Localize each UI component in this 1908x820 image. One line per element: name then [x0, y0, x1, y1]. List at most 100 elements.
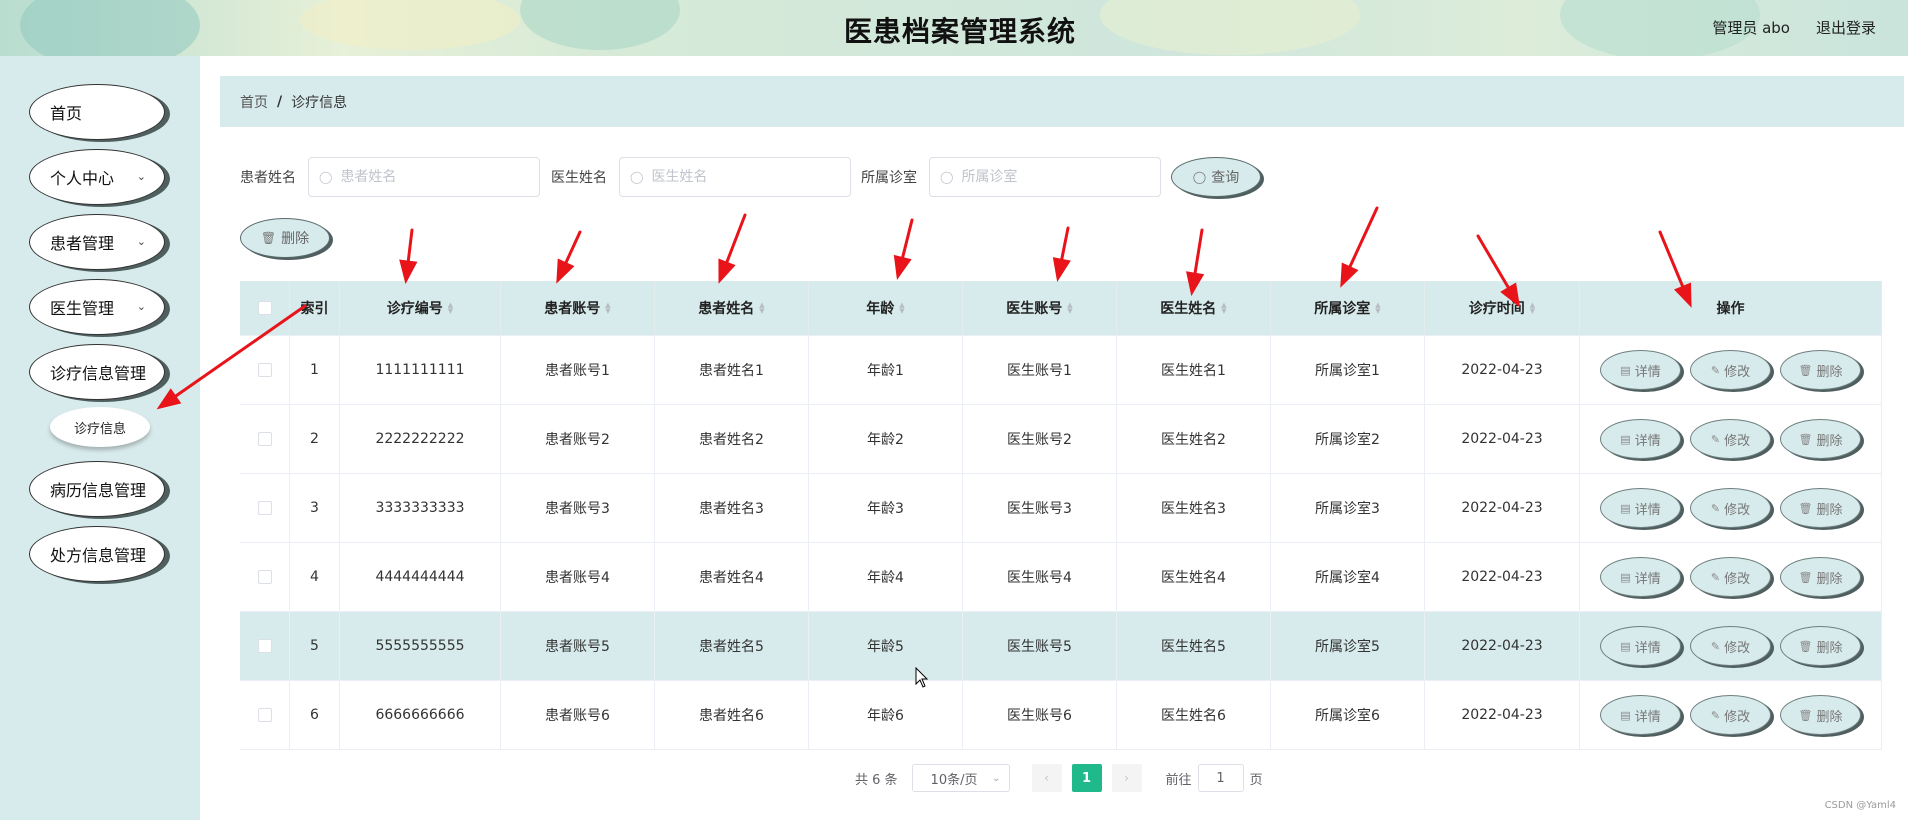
edit-button[interactable]: ✎ 修改	[1690, 419, 1771, 459]
next-page-button[interactable]: ›	[1111, 764, 1142, 792]
goto-page-input[interactable]	[1197, 764, 1244, 792]
delete-button[interactable]: 🗑 删除	[1780, 488, 1861, 528]
edit-button[interactable]: ✎ 修改	[1690, 695, 1771, 735]
submenu-item-treatment-info[interactable]: 诊疗信息	[50, 407, 150, 447]
table-row[interactable]: 3 3333333333 患者账号3 患者姓名3 年龄3 医生账号3 医生姓名3 所属诊室3 2…	[240, 474, 1882, 543]
column-header-doctor-name[interactable]: 医生姓名 ▲ ▼	[1117, 281, 1271, 335]
doctor-name-input[interactable]	[651, 169, 832, 185]
page-size-select[interactable]: 10条/页 ⌄	[911, 764, 1010, 792]
row-actions: ▤ 详情 ✎ 修改 🗑 删除	[1580, 336, 1882, 404]
sidebar-item-label: 处方信息管理	[50, 546, 147, 565]
row-checkbox[interactable]	[257, 363, 272, 377]
clinic-field[interactable]: ◯	[929, 157, 1161, 197]
column-header-label: 诊疗时间	[1468, 301, 1525, 317]
cell-clinic: 所属诊室6	[1271, 681, 1425, 749]
column-header-doctor-account[interactable]: 医生账号 ▲ ▼	[963, 281, 1117, 335]
delete-label: 删除	[1816, 502, 1843, 518]
cell-patient-account: 患者账号4	[501, 543, 655, 611]
sidebar-item-home[interactable]: 首页	[29, 84, 165, 140]
delete-button[interactable]: 🗑 删除	[1780, 695, 1861, 735]
detail-button[interactable]: ▤ 详情	[1600, 488, 1681, 528]
sidebar-item-doctor-management[interactable]: 医生管理 ⌄	[29, 279, 165, 335]
column-header-index: 索引	[290, 281, 340, 335]
column-header-clinic[interactable]: 所属诊室 ▲ ▼	[1271, 281, 1425, 335]
cell-patient-name: 患者姓名3	[655, 474, 809, 542]
column-header-code[interactable]: 诊疗编号 ▲ ▼	[340, 281, 501, 335]
column-header-age[interactable]: 年龄 ▲ ▼	[809, 281, 963, 335]
sidebar-item-personal-center[interactable]: 个人中心 ⌄	[29, 149, 165, 205]
logout-link[interactable]: 退出登录	[1816, 17, 1876, 38]
batch-delete-button[interactable]: 🗑 删除	[240, 218, 330, 258]
table-row[interactable]: 4 4444444444 患者账号4 患者姓名4 年龄4 医生账号4 医生姓名4 所属诊室4 2…	[240, 543, 1882, 612]
delete-button[interactable]: 🗑 删除	[1780, 626, 1861, 666]
sidebar-item-patient-management[interactable]: 患者管理 ⌄	[29, 214, 165, 270]
query-button[interactable]: ◯ 查询	[1171, 157, 1261, 197]
table-row[interactable]: 2 2222222222 患者账号2 患者姓名2 年龄2 医生账号2 医生姓名2 所属诊室2 2…	[240, 405, 1882, 474]
breadcrumb-home[interactable]: 首页	[240, 92, 268, 112]
sidebar-item-treatment-management[interactable]: 诊疗信息管理	[29, 344, 165, 400]
edit-button[interactable]: ✎ 修改	[1690, 350, 1771, 390]
edit-label: 修改	[1724, 640, 1751, 656]
annotation-arrowhead	[1052, 257, 1071, 283]
delete-button[interactable]: 🗑 删除	[1780, 557, 1861, 597]
select-all-checkbox[interactable]	[257, 301, 272, 315]
edit-label: 修改	[1724, 364, 1751, 380]
sort-icon[interactable]: ▲ ▼	[1067, 302, 1072, 315]
sort-icon[interactable]: ▲ ▼	[1221, 302, 1226, 315]
sidebar-item-label: 患者管理	[50, 234, 115, 253]
edit-button[interactable]: ✎ 修改	[1690, 626, 1771, 666]
table-row[interactable]: 5 5555555555 患者账号5 患者姓名5 年龄5 医生账号5 医生姓名5 所属诊室5 2…	[240, 612, 1882, 681]
delete-button[interactable]: 🗑 删除	[1780, 350, 1861, 390]
total-count: 共 6 条	[855, 772, 898, 788]
detail-button[interactable]: ▤ 详情	[1600, 557, 1681, 597]
detail-button[interactable]: ▤ 详情	[1600, 626, 1681, 666]
detail-button[interactable]: ▤ 详情	[1600, 350, 1681, 390]
prev-page-button[interactable]: ‹	[1031, 764, 1062, 792]
cell-age: 年龄6	[809, 681, 963, 749]
row-checkbox[interactable]	[257, 570, 272, 584]
patient-name-input[interactable]	[340, 169, 521, 185]
patient-name-label: 患者姓名	[240, 170, 296, 186]
edit-button[interactable]: ✎ 修改	[1690, 557, 1771, 597]
edit-button[interactable]: ✎ 修改	[1690, 488, 1771, 528]
user-label: 管理员 abo	[1712, 19, 1790, 37]
annotation-arrowhead	[718, 258, 736, 284]
column-header-patient-name[interactable]: 患者姓名 ▲ ▼	[655, 281, 809, 335]
sort-icon[interactable]: ▲ ▼	[1375, 302, 1380, 315]
page-number-button[interactable]: 1	[1071, 764, 1102, 792]
row-checkbox[interactable]	[257, 708, 272, 722]
sidebar-item-medical-record-management[interactable]: 病历信息管理	[29, 461, 165, 517]
sort-icon[interactable]: ▲ ▼	[448, 302, 453, 315]
sort-icon[interactable]: ▲ ▼	[899, 302, 904, 315]
column-header-patient-account[interactable]: 患者账号 ▲ ▼	[501, 281, 655, 335]
detail-label: 详情	[1634, 571, 1661, 587]
cell-doctor-account: 医生账号1	[963, 336, 1117, 404]
column-header-time[interactable]: 诊疗时间 ▲ ▼	[1425, 281, 1580, 335]
clinic-input[interactable]	[961, 169, 1142, 185]
detail-button[interactable]: ▤ 详情	[1600, 695, 1681, 735]
sort-icon[interactable]: ▲ ▼	[605, 302, 610, 315]
cell-doctor-account: 医生账号3	[963, 474, 1117, 542]
row-checkbox[interactable]	[257, 639, 272, 653]
table-row[interactable]: 1 1111111111 患者账号1 患者姓名1 年龄1 医生账号1 医生姓名1 所属诊室1 2…	[240, 336, 1882, 405]
detail-button[interactable]: ▤ 详情	[1600, 419, 1681, 459]
sidebar-item-prescription-management[interactable]: 处方信息管理	[29, 526, 165, 582]
patient-name-field[interactable]: ◯	[308, 157, 540, 197]
breadcrumb: 首页 / 诊疗信息	[220, 76, 1904, 127]
detail-label: 详情	[1634, 640, 1661, 656]
sort-icon[interactable]: ▲ ▼	[759, 302, 764, 315]
cell-patient-name: 患者姓名4	[655, 543, 809, 611]
row-checkbox[interactable]	[257, 432, 272, 446]
search-doctor-group: 医生姓名 ◯	[551, 157, 851, 197]
row-checkbox[interactable]	[257, 501, 272, 515]
delete-button[interactable]: 🗑 删除	[1780, 419, 1861, 459]
cell-index: 3	[290, 474, 340, 542]
table-row[interactable]: 6 6666666666 患者账号6 患者姓名6 年龄6 医生账号6 医生姓名6 所属诊室6 2…	[240, 681, 1882, 750]
sort-icon[interactable]: ▲ ▼	[1530, 302, 1535, 315]
edit-icon: ✎	[1710, 501, 1721, 515]
annotation-arrow	[1060, 226, 1070, 262]
chevron-down-icon: ⌄	[136, 170, 146, 183]
chevron-left-icon: ‹	[1044, 771, 1049, 785]
cell-code: 1111111111	[340, 336, 501, 404]
doctor-name-field[interactable]: ◯	[619, 157, 851, 197]
